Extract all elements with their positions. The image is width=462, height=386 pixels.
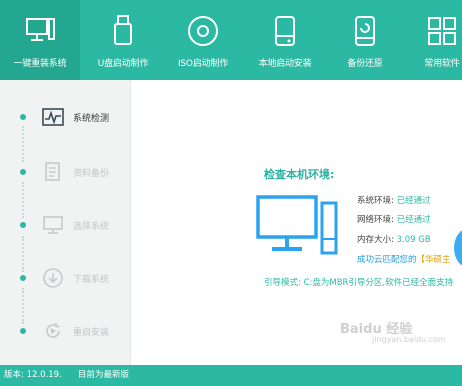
tab-label: 常用软件: [424, 59, 460, 69]
system-env-row: 系统环境: 已经通过: [357, 194, 431, 206]
boot-mode-line: 引导模式: C:盘为MBR引导分区,软件已经全面支持: [264, 278, 454, 288]
step-dot: [20, 275, 26, 281]
baidu-watermark-url: jingyan.baidu.com: [372, 335, 446, 344]
usb-drive-icon: [104, 12, 142, 50]
page-title: 检查本机环境:: [264, 168, 335, 181]
documents-icon: [42, 161, 64, 183]
disc-icon: [184, 12, 222, 50]
match-text: 成功云匹配您的: [357, 255, 417, 265]
version-text: 版本: 12.0.19.: [4, 370, 62, 380]
network-env-key: 网络环境:: [357, 215, 394, 225]
tab-label: 一键重装系统: [13, 59, 67, 69]
update-status: 目前为最新版: [78, 370, 130, 380]
tab-backup-restore[interactable]: 备份还原: [330, 0, 400, 80]
step-data-backup[interactable]: 资料备份: [0, 157, 130, 187]
computer-icon: [256, 195, 346, 261]
step-dot: [20, 114, 26, 120]
restart-icon: [42, 320, 64, 342]
apps-grid-icon: [423, 12, 461, 50]
step-label: 资料备份: [73, 169, 110, 179]
system-env-value: 已经通过: [396, 196, 431, 206]
tab-label: 本地启动安装: [258, 59, 312, 69]
memory-key: 内存大小:: [357, 235, 394, 245]
step-label: 选择系统: [73, 222, 110, 232]
tab-one-key-reinstall[interactable]: 一键重装系统: [0, 0, 80, 80]
tab-label: 备份还原: [347, 59, 383, 69]
network-env-row: 网络环境: 已经通过: [357, 213, 431, 225]
step-download-system[interactable]: 下载系统: [0, 263, 130, 293]
step-label: 系统检测: [73, 114, 110, 124]
monitor-icon: [42, 214, 64, 236]
step-label: 重启安装: [73, 328, 110, 338]
step-choose-system[interactable]: 选择系统: [0, 210, 130, 240]
tab-usb-boot[interactable]: U盘启动制作: [88, 0, 158, 80]
tab-iso-boot[interactable]: ISO启动制作: [168, 0, 238, 80]
memory-row: 内存大小: 3.09 GB: [357, 233, 431, 245]
hard-disk-icon: [266, 12, 304, 50]
step-restart-install[interactable]: 重启安装: [0, 316, 130, 346]
step-dot: [20, 169, 26, 175]
memory-value: 3.09 GB: [396, 235, 431, 245]
match-brand: 【华硕主: [416, 255, 451, 265]
step-label: 下载系统: [73, 275, 110, 285]
monitor-icon: [21, 12, 59, 50]
status-bar: 版本: 12.0.19. 目前为最新版: [0, 365, 462, 386]
step-dot: [20, 222, 26, 228]
system-env-key: 系统环境:: [357, 196, 394, 206]
tab-label: ISO启动制作: [177, 59, 229, 69]
match-result: 成功云匹配您的【华硕主: [357, 253, 451, 265]
tab-common-software[interactable]: 常用软件: [412, 0, 462, 80]
step-sidebar: 系统检测 资料备份 选择系统 下载系统 重启安装: [0, 80, 131, 365]
network-env-value: 已经通过: [396, 215, 431, 225]
side-decoration: [454, 228, 462, 268]
top-nav-bar: 一键重装系统 U盘启动制作 ISO启动制作 本地启动安装 备份还原 常用软件: [0, 0, 462, 80]
download-icon: [42, 267, 64, 289]
tab-label: U盘启动制作: [97, 59, 149, 69]
tab-local-install[interactable]: 本地启动安装: [248, 0, 322, 80]
step-system-check[interactable]: 系统检测: [0, 102, 130, 132]
backup-restore-icon: [346, 12, 384, 50]
step-dot: [20, 328, 26, 334]
waveform-icon: [42, 106, 64, 128]
main-panel: 检查本机环境: 系统环境: 已经通过 网络环境: 已经通过 内存大小: 3.09…: [131, 80, 462, 365]
